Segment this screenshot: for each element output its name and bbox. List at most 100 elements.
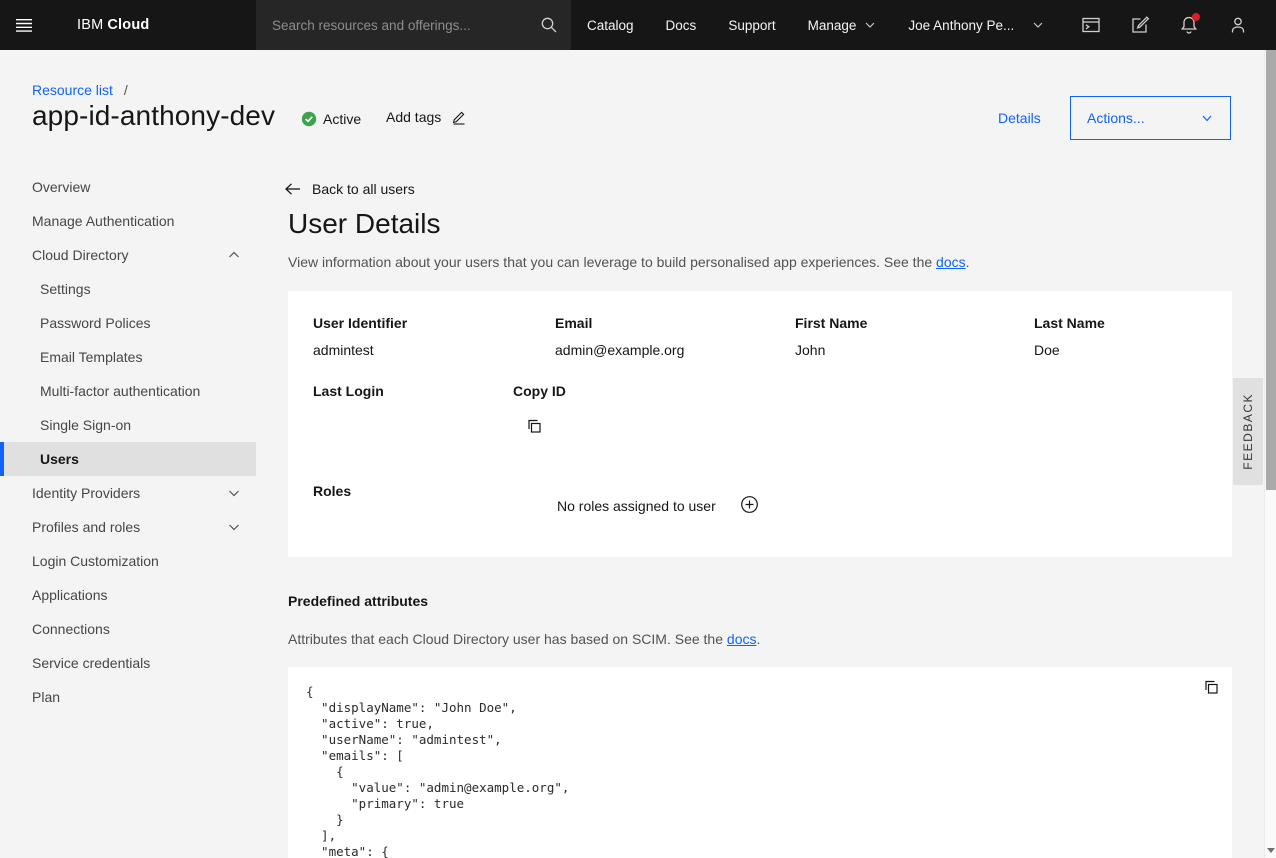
field-email: Email admin@example.org: [555, 315, 592, 331]
code-line: {: [306, 764, 569, 780]
menu-icon[interactable]: [0, 0, 48, 50]
breadcrumb-resource-list[interactable]: Resource list: [32, 82, 113, 98]
sidebar-item-manage-authentication[interactable]: Manage Authentication: [0, 204, 256, 238]
search-input[interactable]: [256, 0, 527, 50]
feedback-button[interactable]: FEEDBACK: [1233, 378, 1263, 485]
sidebar-item-label: Identity Providers: [32, 485, 140, 501]
chevron-down-icon: [1200, 111, 1214, 125]
top-nav: IBMCloud Catalog Docs Support Manage Joe…: [0, 0, 1276, 50]
field-user-identifier: User Identifier admintest: [313, 315, 407, 331]
sidebar-item-single-sign-on[interactable]: Single Sign-on: [0, 408, 256, 442]
top-nav-links: Catalog Docs Support Manage Joe Anthony …: [571, 0, 1060, 50]
sidebar-item-label: Applications: [32, 587, 108, 603]
predefined-attributes-title: Predefined attributes: [288, 593, 428, 609]
sidebar-item-password-polices[interactable]: Password Polices: [0, 306, 256, 340]
side-nav: Overview Manage Authentication Cloud Direc…: [0, 170, 256, 714]
nav-manage[interactable]: Manage: [792, 0, 893, 50]
scrollbar-thumb[interactable]: [1266, 16, 1276, 490]
ibm-cloud-console: IBMCloud Catalog Docs Support Manage Joe…: [0, 0, 1276, 858]
sidebar-item-label: Connections: [32, 621, 110, 637]
chevron-down-icon: [226, 519, 242, 535]
back-to-all-users-link[interactable]: Back to all users: [284, 181, 415, 197]
sidebar-item-settings[interactable]: Settings: [0, 272, 256, 306]
sidebar-item-label: Manage Authentication: [32, 213, 174, 229]
sidebar-item-multi-factor-authentication[interactable]: Multi-factor authentication: [0, 374, 256, 408]
sidebar-item-label: Profiles and roles: [32, 519, 140, 535]
sidebar-item-service-credentials[interactable]: Service credentials: [0, 646, 256, 680]
top-icon-buttons: [1066, 0, 1262, 50]
scroll-down-arrow-icon[interactable]: [1265, 843, 1276, 857]
sidebar-item-identity-providers[interactable]: Identity Providers: [0, 476, 256, 510]
notifications-icon[interactable]: [1164, 0, 1213, 50]
sidebar-item-label: Multi-factor authentication: [40, 383, 200, 399]
code-line: "value": "admin@example.org",: [306, 780, 569, 796]
docs-link[interactable]: docs: [936, 254, 966, 270]
avatar-icon[interactable]: [1213, 0, 1262, 50]
sidebar-item-label: Cloud Directory: [32, 247, 128, 263]
logo-prefix: IBM: [77, 17, 103, 33]
logo-suffix: Cloud: [107, 17, 149, 33]
add-tags-button[interactable]: Add tags: [386, 109, 467, 125]
code-line: ],: [306, 828, 569, 844]
section-title: User Details: [288, 208, 440, 240]
code-line: "active": true,: [306, 716, 569, 732]
sidebar-item-label: Single Sign-on: [40, 417, 131, 433]
edit-pencil-icon: [451, 109, 467, 125]
json-code: { "displayName": "John Doe", "active": t…: [306, 684, 569, 858]
predefined-attributes-description: Attributes that each Cloud Directory use…: [288, 631, 760, 647]
nav-catalog[interactable]: Catalog: [571, 0, 650, 50]
search-icon[interactable]: [527, 0, 571, 50]
field-first-name: First Name John: [795, 315, 867, 331]
add-role-icon[interactable]: [739, 494, 760, 515]
chevron-up-icon: [226, 247, 242, 263]
breadcrumb: Resource list /: [32, 82, 128, 98]
arrow-left-icon: [284, 181, 301, 197]
cli-icon[interactable]: [1066, 0, 1115, 50]
sidebar-item-label: Login Customization: [32, 553, 159, 569]
field-last-name: Last Name Doe: [1034, 315, 1105, 331]
nav-docs[interactable]: Docs: [650, 0, 713, 50]
sidebar-item-users[interactable]: Users: [0, 442, 256, 476]
code-line: {: [306, 684, 569, 700]
sidebar-item-connections[interactable]: Connections: [0, 612, 256, 646]
sidebar-item-plan[interactable]: Plan: [0, 680, 256, 714]
chevron-down-icon: [864, 19, 876, 31]
actions-dropdown[interactable]: Actions...: [1070, 96, 1231, 140]
chevron-down-icon: [226, 485, 242, 501]
scim-attributes-code-block: { "displayName": "John Doe", "active": t…: [288, 667, 1232, 858]
sidebar-item-login-customization[interactable]: Login Customization: [0, 544, 256, 578]
docs-link[interactable]: docs: [727, 631, 757, 647]
edit-icon[interactable]: [1115, 0, 1164, 50]
code-line: "userName": "admintest",: [306, 732, 569, 748]
sidebar-item-cloud-directory[interactable]: Cloud Directory: [0, 238, 256, 272]
roles-empty-text: No roles assigned to user: [557, 498, 716, 514]
sidebar-item-applications[interactable]: Applications: [0, 578, 256, 612]
sidebar-item-label: Users: [40, 451, 79, 467]
code-line: "meta": {: [306, 844, 569, 858]
field-copy-id: Copy ID: [513, 383, 566, 399]
sidebar-item-overview[interactable]: Overview: [0, 170, 256, 204]
copy-code-icon[interactable]: [1203, 679, 1220, 696]
code-line: "emails": [: [306, 748, 569, 764]
copy-id-icon[interactable]: [526, 418, 543, 435]
page-scrollbar[interactable]: [1264, 0, 1276, 858]
status-badge: Active: [301, 111, 361, 127]
section-description: View information about your users that y…: [288, 254, 970, 270]
sidebar-item-profiles-and-roles[interactable]: Profiles and roles: [0, 510, 256, 544]
roles-label: Roles: [313, 483, 351, 499]
notification-badge: [1192, 13, 1200, 21]
sidebar-item-email-templates[interactable]: Email Templates: [0, 340, 256, 374]
breadcrumb-separator: /: [124, 82, 128, 98]
details-link[interactable]: Details: [998, 110, 1041, 126]
ibm-cloud-logo[interactable]: IBMCloud: [77, 0, 149, 50]
sidebar-item-label: Overview: [32, 179, 90, 195]
account-menu[interactable]: Joe Anthony Pe...: [892, 0, 1060, 50]
page-title: app-id-anthony-dev: [32, 100, 275, 132]
sidebar-item-label: Email Templates: [40, 349, 142, 365]
nav-support[interactable]: Support: [712, 0, 791, 50]
global-search: [256, 0, 571, 50]
code-line: "displayName": "John Doe",: [306, 700, 569, 716]
code-line: "primary": true: [306, 796, 569, 812]
code-line: }: [306, 812, 569, 828]
field-last-login: Last Login: [313, 383, 384, 399]
